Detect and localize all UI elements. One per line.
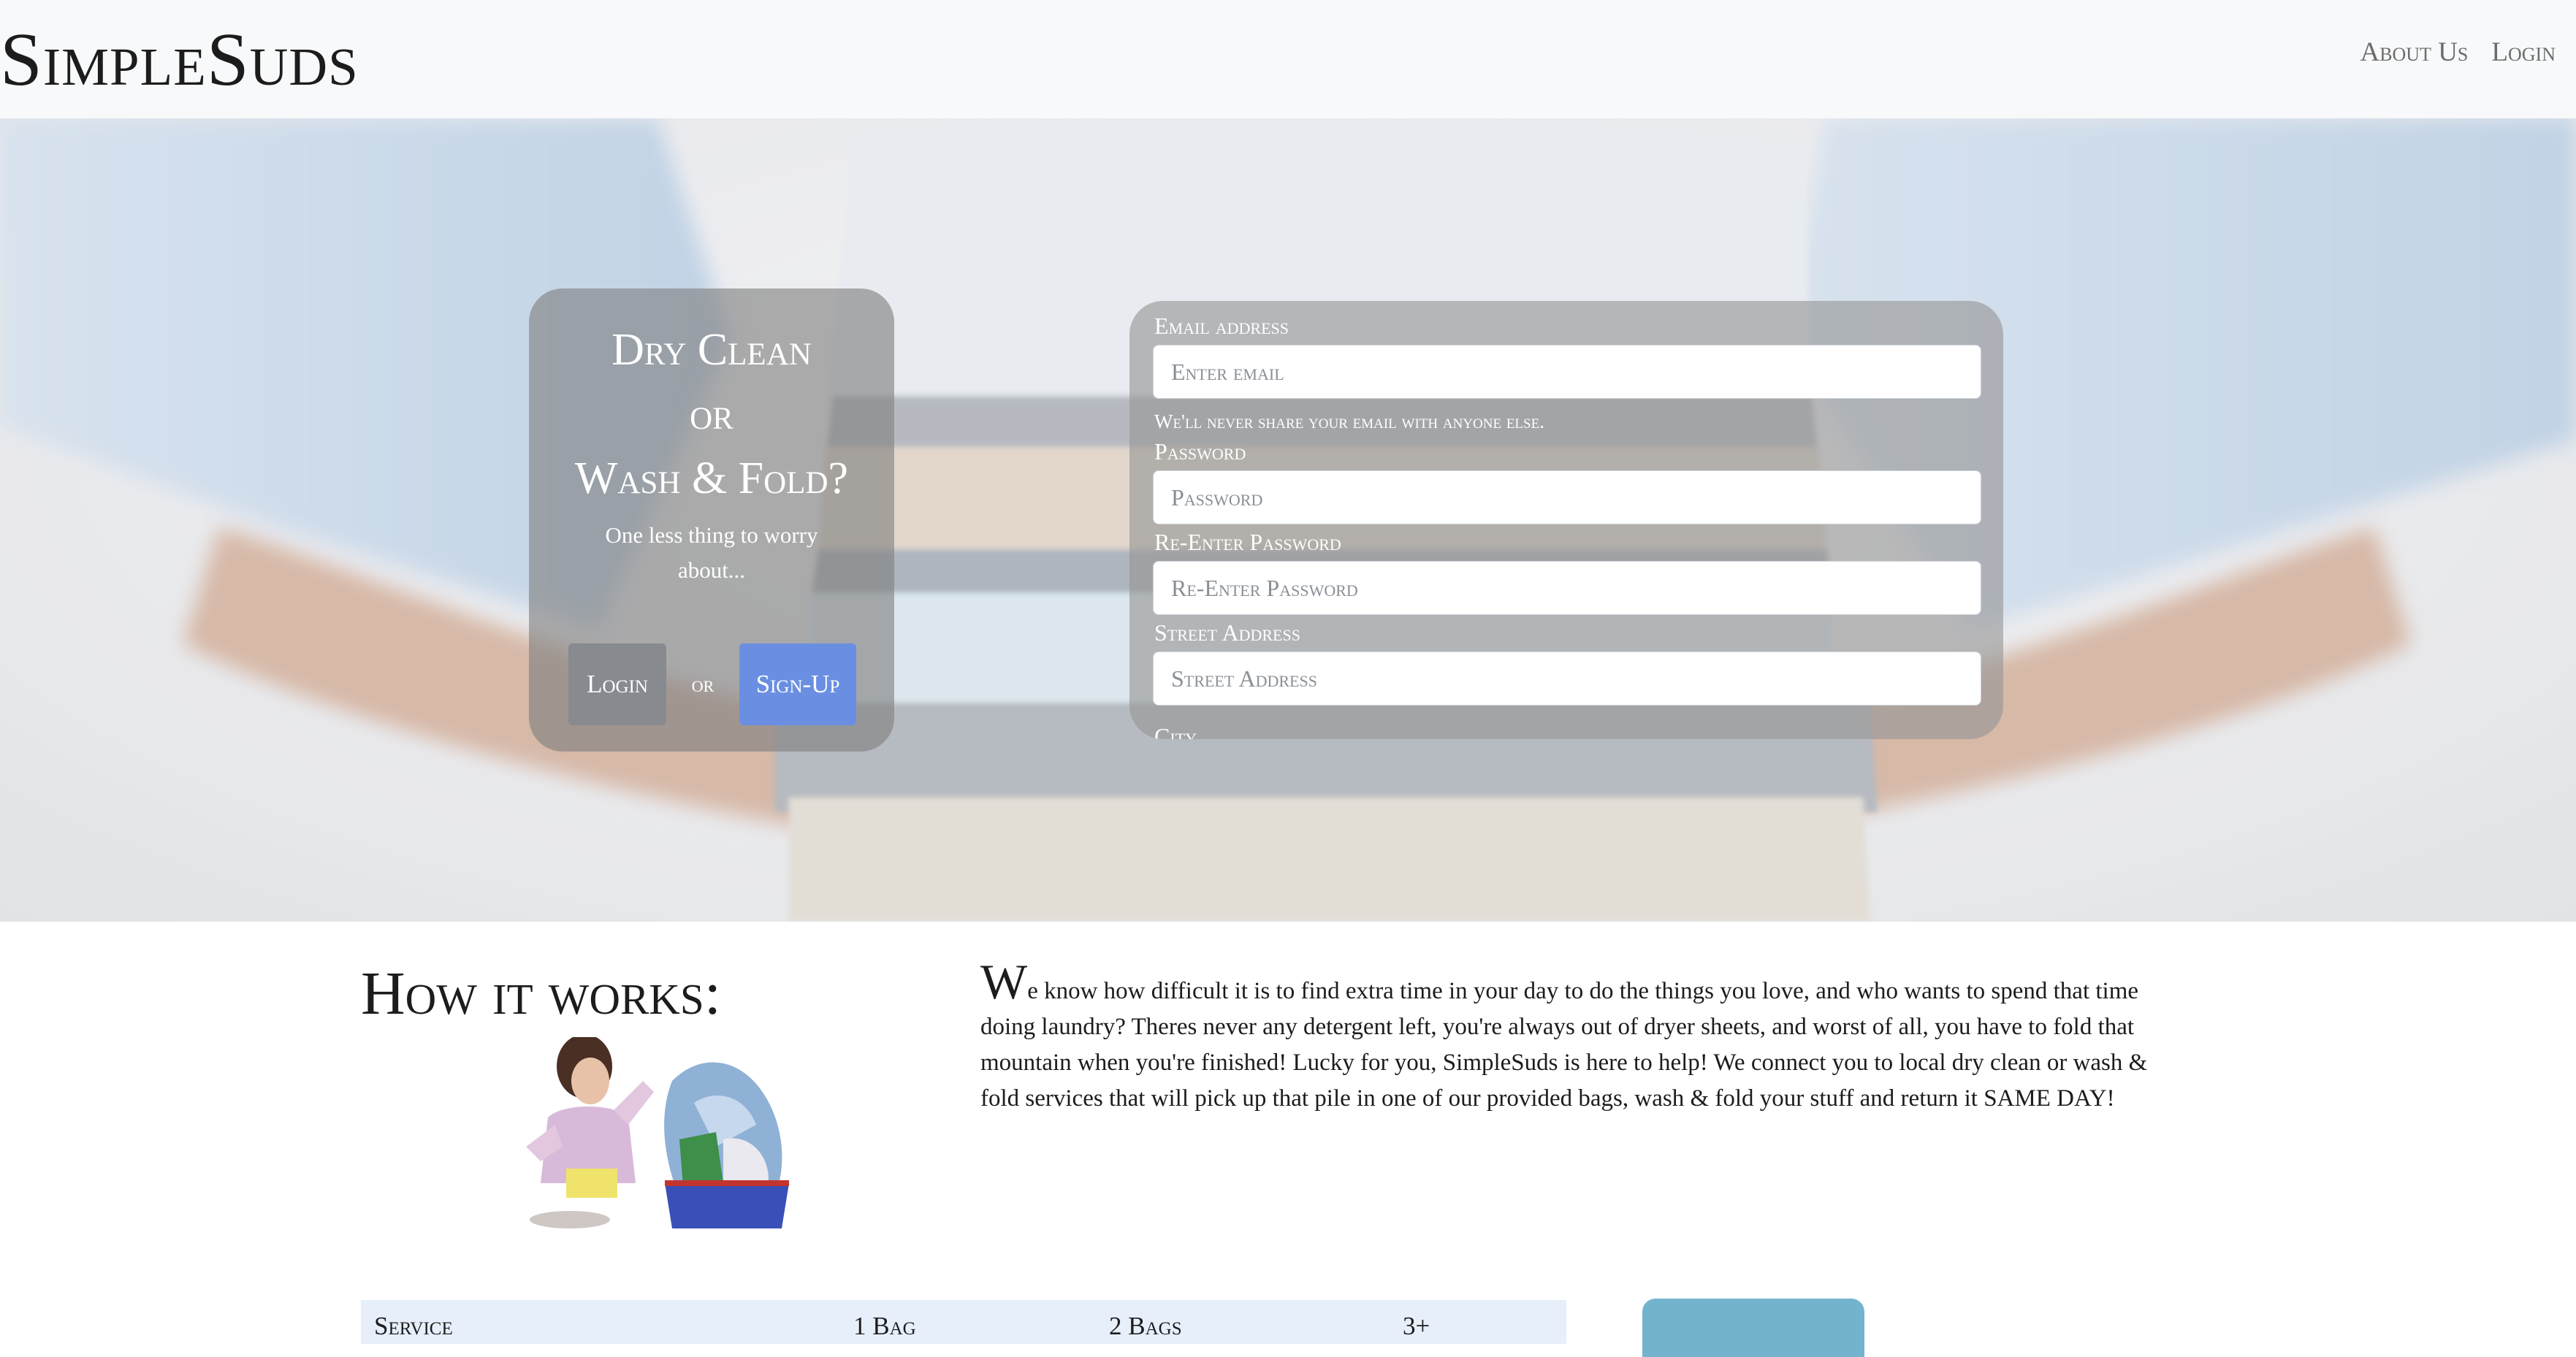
cta-title-line-1: Dry Clean — [611, 325, 812, 375]
side-action-button[interactable] — [1642, 1299, 1864, 1357]
email-help-text: We'll never share your email with anyone… — [1154, 410, 1544, 432]
email-label: Email address — [1154, 313, 1289, 339]
reenter-password-label: Re-Enter Password — [1154, 529, 1341, 555]
login-button[interactable]: Login — [568, 643, 666, 725]
nav-links: About Us Login — [2360, 37, 2556, 68]
street-address-label: Street Address — [1154, 619, 1300, 646]
header-2-bags: 2 Bags — [1109, 1312, 1182, 1340]
cta-title-line-2: or — [690, 389, 733, 439]
signup-form: Email address We'll never share your ema… — [1129, 301, 2003, 739]
header-service: Service — [374, 1312, 453, 1340]
how-it-works-heading: How it works: — [361, 960, 722, 1028]
how-it-works-description: We know how difficult it is to find extr… — [980, 957, 2179, 1117]
cta-subtitle: One less thing to worry about... — [605, 522, 818, 583]
cta-actions: Login or Sign-Up — [568, 643, 856, 725]
cta-card: Dry Clean or Wash & Fold? One less thing… — [529, 288, 894, 752]
password-label: Password — [1154, 438, 1246, 465]
how-body-text: e know how difficult it is to find extra… — [980, 978, 2148, 1112]
or-separator: or — [691, 671, 715, 697]
header-1-bag: 1 Bag — [853, 1312, 916, 1340]
password-input[interactable] — [1153, 470, 1981, 524]
city-label: City — [1154, 723, 1197, 739]
pricing-table-header: Service 1 Bag 2 Bags 3+ — [361, 1300, 1566, 1344]
drop-cap: W — [980, 954, 1028, 1009]
header-3-plus: 3+ — [1403, 1312, 1430, 1340]
street-address-input[interactable] — [1153, 651, 1981, 706]
woman-laundry-illustration — [526, 1037, 789, 1228]
cta-title-line-3: Wash & Fold? — [574, 454, 849, 503]
navbar: SimpleSuds About Us Login — [0, 0, 2576, 118]
email-input[interactable] — [1153, 345, 1981, 399]
hero-section: Dry Clean or Wash & Fold? One less thing… — [0, 118, 2576, 922]
brand-logo[interactable]: SimpleSuds — [0, 16, 359, 103]
same-day-emphasis: SAME DAY! — [1984, 1085, 2115, 1112]
nav-about-us[interactable]: About Us — [2360, 37, 2468, 68]
nav-login[interactable]: Login — [2491, 37, 2556, 68]
signup-button[interactable]: Sign-Up — [739, 643, 856, 725]
reenter-password-input[interactable] — [1153, 561, 1981, 615]
